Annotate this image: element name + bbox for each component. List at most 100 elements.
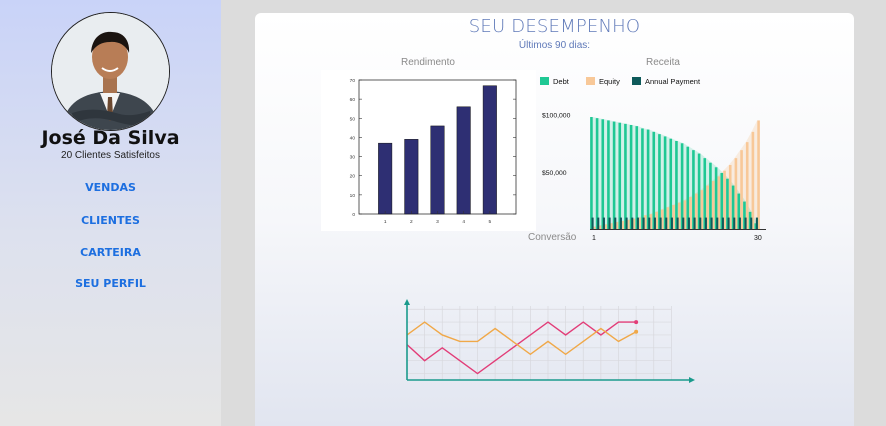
dashboard-panel: SEU DESEMPENHO Últimos 90 dias: Rendimen…: [255, 13, 854, 426]
legend-swatch: [632, 77, 641, 85]
debt-bar: [680, 143, 684, 229]
debt-bar: [675, 141, 678, 229]
debt-bar: [590, 117, 593, 229]
bar: [404, 139, 419, 215]
bar: [482, 85, 497, 215]
annual-payment-bar: [625, 217, 628, 229]
legend-label: Annual Payment: [645, 77, 701, 86]
annual-payment-bar: [687, 217, 690, 229]
x-tick-label: 1: [384, 219, 387, 225]
legend-label: Debt: [553, 77, 570, 86]
annual-payment-bar: [642, 217, 645, 229]
bar: [430, 125, 445, 215]
debt-bar: [686, 146, 690, 229]
x-tick-label: 5: [488, 219, 491, 225]
annual-payment-bar: [716, 217, 719, 229]
annual-payment-bar: [636, 217, 639, 229]
x-tick-label: 1: [592, 235, 596, 240]
annual-payment-bar: [727, 217, 730, 229]
receita-bar-chart: Debt Equity Annual Payment $100,000 $50,000 1…: [540, 77, 766, 240]
annual-payment-bar: [682, 217, 685, 229]
chart-title-receita: Receita: [646, 57, 680, 68]
y-tick-label: $50,000: [542, 170, 567, 177]
sidebar: José Da Silva 20 Clientes Satisfeitos VE…: [0, 0, 221, 426]
annual-payment-bar: [665, 217, 668, 229]
annual-payment-bar: [738, 217, 741, 229]
debt-bar: [624, 123, 627, 229]
debt-bar: [635, 126, 639, 229]
annual-payment-bar: [602, 217, 605, 229]
x-tick-label: 4: [462, 219, 465, 225]
y-tick-label: $100,000: [542, 113, 571, 120]
annual-payment-bar: [653, 217, 656, 229]
conversao-line-chart: [404, 299, 695, 383]
profile-subtitle: 20 Clientes Satisfeitos: [61, 150, 160, 161]
equity-bar: [740, 150, 743, 229]
legend-swatch: [586, 77, 595, 85]
x-tick-label: 3: [436, 219, 439, 225]
page-subtitle: Últimos 90 dias:: [518, 40, 591, 51]
bar: [378, 142, 393, 215]
debt-bar: [612, 121, 616, 229]
debt-bar: [629, 125, 633, 229]
annual-payment-bar: [699, 217, 702, 229]
y-tick-label: 70: [350, 78, 356, 84]
nav-carteira[interactable]: CARTEIRA: [0, 246, 221, 259]
legend-swatch: [540, 77, 549, 85]
y-tick-label: 30: [350, 155, 356, 161]
page-title: SEU DESEMPENHO: [468, 16, 641, 37]
debt-bar: [663, 136, 667, 229]
annual-payment-bar: [608, 217, 611, 229]
debt-bar: [641, 128, 644, 229]
debt-bar: [652, 131, 656, 229]
profile-name: José Da Silva: [41, 127, 180, 149]
debt-bar: [618, 122, 622, 229]
annual-payment-bar: [710, 217, 713, 229]
equity-bar: [751, 131, 755, 229]
annual-payment-bar: [676, 217, 679, 229]
annual-payment-bar: [750, 217, 753, 229]
y-tick-label: 40: [350, 135, 356, 141]
profile-avatar[interactable]: [51, 12, 170, 131]
chart-title-rendimento: Rendimento: [401, 57, 455, 68]
y-tick-label: 0: [352, 212, 355, 218]
annual-payment-bar: [597, 217, 600, 229]
equity-bar: [745, 142, 749, 229]
x-tick-label: 30: [754, 235, 762, 240]
conversion-line-1: [406, 321, 637, 356]
legend-label: Equity: [599, 77, 620, 86]
debt-bar: [669, 138, 673, 229]
annual-payment-bar: [755, 217, 758, 229]
person-avatar-icon: [52, 13, 169, 130]
equity-bar: [757, 120, 760, 229]
annual-payment-bar: [744, 217, 747, 229]
annual-payment-bar: [614, 217, 617, 229]
annual-payment-bar: [648, 217, 651, 229]
rendimento-bar-chart: 0 10 20 30 40 50 60 70 1 2 3 4 5: [350, 78, 517, 225]
nav-seu-perfil[interactable]: SEU PERFIL: [0, 277, 221, 290]
annual-payment-bar: [693, 217, 696, 229]
y-tick-label: 10: [350, 193, 356, 199]
line-end-point: [634, 320, 639, 325]
debt-bar: [692, 150, 695, 229]
x-axis-arrow: [689, 377, 695, 383]
debt-bar: [607, 120, 610, 229]
annual-payment-bar: [591, 217, 594, 229]
annual-payment-bar: [721, 217, 724, 229]
annual-payment-bar: [670, 217, 673, 229]
y-tick-label: 50: [350, 116, 356, 122]
debt-bar: [595, 118, 599, 229]
nav-clientes[interactable]: CLIENTES: [0, 214, 221, 227]
y-tick-label: 60: [350, 97, 356, 103]
nav-vendas[interactable]: VENDAS: [0, 181, 221, 194]
annual-payment-bar: [733, 217, 736, 229]
annual-payment-bar: [704, 217, 707, 229]
rendimento-chart-panel: 0 10 20 30 40 50 60 70 1 2 3 4 5: [321, 70, 536, 231]
annual-payment-bar: [659, 217, 662, 229]
debt-bar: [658, 134, 661, 229]
bar: [456, 106, 471, 215]
debt-bar: [601, 119, 605, 229]
y-axis-arrow: [404, 299, 410, 305]
debt-bar: [646, 129, 650, 229]
annual-payment-bar: [631, 217, 634, 229]
